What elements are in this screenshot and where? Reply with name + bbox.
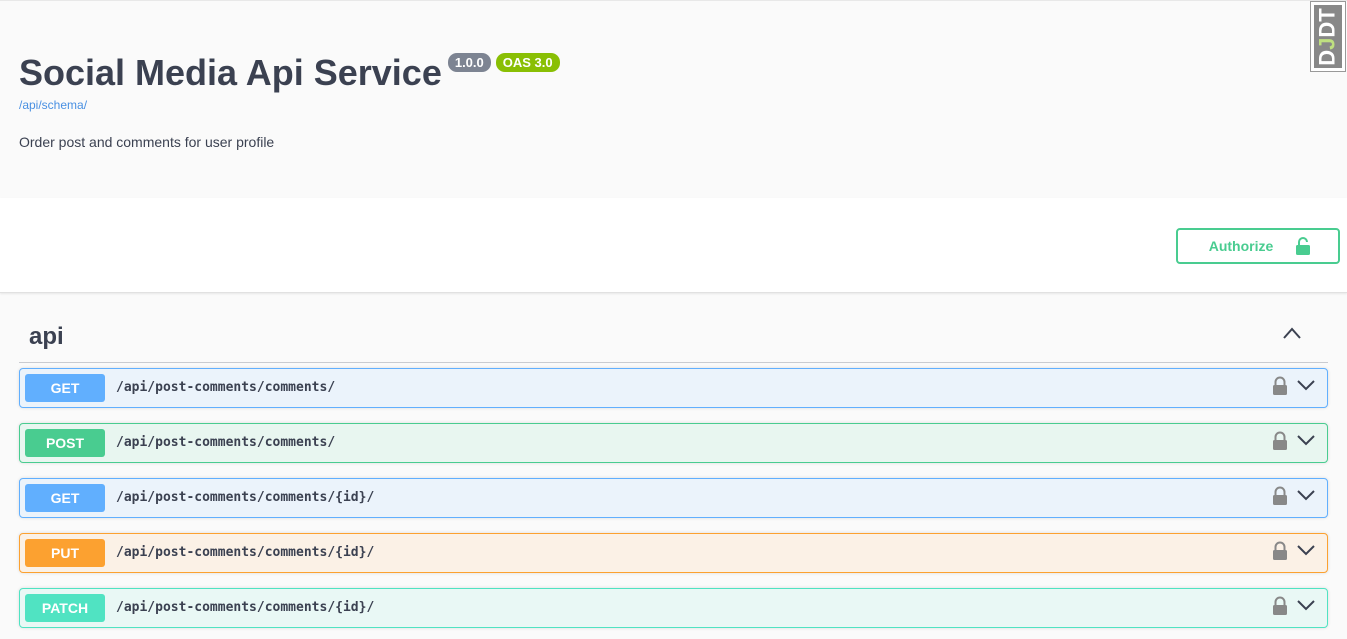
page-title: Social Media Api Service bbox=[19, 52, 442, 93]
api-info-section: Social Media Api Service 1.0.0 OAS 3.0 /… bbox=[0, 1, 1347, 198]
lock-icon[interactable] bbox=[1272, 486, 1288, 511]
method-badge: PATCH bbox=[25, 594, 105, 622]
tag-name: api bbox=[29, 323, 64, 350]
operation-path: /api/post-comments/comments/{id}/ bbox=[116, 600, 375, 615]
oas-badge: OAS 3.0 bbox=[495, 53, 560, 72]
debug-toolbar-toggle[interactable]: DJDT bbox=[1310, 1, 1346, 72]
authorize-button[interactable]: Authorize bbox=[1176, 228, 1340, 264]
operation-row[interactable]: PUT /api/post-comments/comments/{id}/ bbox=[19, 533, 1328, 573]
debug-toolbar-label-start: D bbox=[1315, 49, 1340, 66]
chevron-down-icon[interactable] bbox=[1296, 543, 1316, 562]
operation-row[interactable]: GET /api/post-comments/comments/{id}/ bbox=[19, 478, 1328, 518]
method-badge: GET bbox=[25, 484, 105, 512]
method-badge: PUT bbox=[25, 539, 105, 567]
chevron-down-icon[interactable] bbox=[1296, 433, 1316, 452]
chevron-down-icon[interactable] bbox=[1296, 488, 1316, 507]
lock-icon[interactable] bbox=[1272, 541, 1288, 566]
method-badge: GET bbox=[25, 374, 105, 402]
lock-icon[interactable] bbox=[1272, 376, 1288, 401]
lock-icon[interactable] bbox=[1272, 431, 1288, 456]
lock-icon[interactable] bbox=[1272, 596, 1288, 621]
chevron-up-icon[interactable] bbox=[1282, 326, 1302, 345]
operation-path: /api/post-comments/comments/ bbox=[116, 435, 336, 450]
debug-toolbar-label-end: DT bbox=[1315, 7, 1340, 38]
chevron-down-icon[interactable] bbox=[1296, 378, 1316, 397]
operation-path: /api/post-comments/comments/{id}/ bbox=[116, 490, 375, 505]
debug-toolbar-label-accent: J bbox=[1315, 37, 1340, 50]
debug-toolbar-label: DJDT bbox=[1315, 8, 1341, 65]
tag-section-header[interactable]: api bbox=[19, 316, 1328, 363]
api-description: Order post and comments for user profile bbox=[19, 134, 275, 150]
version-badge: 1.0.0 bbox=[447, 53, 491, 72]
operation-row[interactable]: POST /api/post-comments/comments/ bbox=[19, 423, 1328, 463]
method-badge: POST bbox=[25, 429, 105, 457]
chevron-down-icon[interactable] bbox=[1296, 598, 1316, 617]
schema-link[interactable]: /api/schema/ bbox=[19, 98, 87, 112]
operation-path: /api/post-comments/comments/ bbox=[116, 380, 336, 395]
unlock-icon bbox=[1295, 237, 1311, 255]
debug-toolbar-logo: DJDT bbox=[1314, 5, 1342, 68]
schemes-container: Authorize bbox=[0, 198, 1347, 293]
title-row: Social Media Api Service 1.0.0 OAS 3.0 bbox=[19, 51, 560, 95]
authorize-label: Authorize bbox=[1208, 238, 1274, 254]
operation-row[interactable]: GET /api/post-comments/comments/ bbox=[19, 368, 1328, 408]
operation-row[interactable]: PATCH /api/post-comments/comments/{id}/ bbox=[19, 588, 1328, 628]
operation-path: /api/post-comments/comments/{id}/ bbox=[116, 545, 375, 560]
